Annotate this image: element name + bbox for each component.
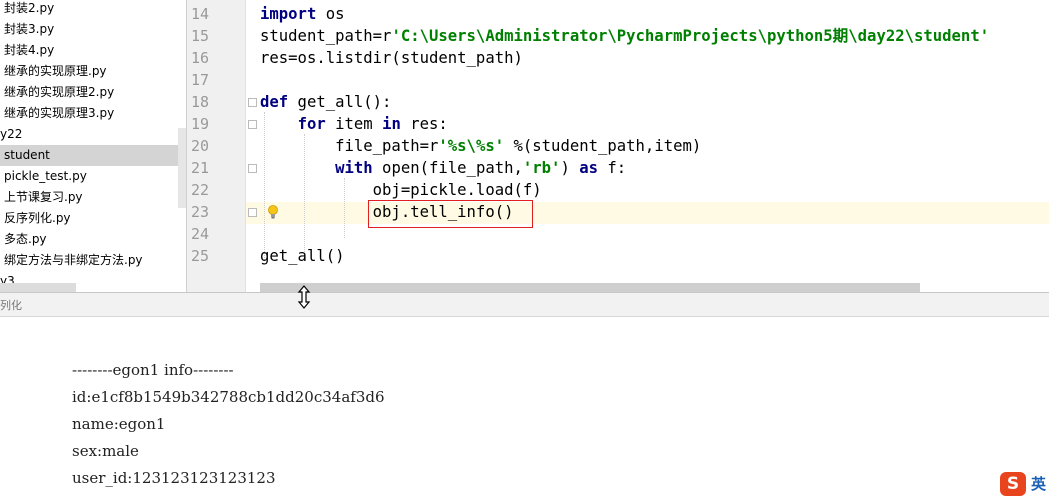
output-line: id:e1cf8b1549b342788cb1dd20c34af3d6 <box>72 388 385 406</box>
code-text: os <box>316 5 345 23</box>
code-line[interactable]: def get_all(): <box>260 91 391 113</box>
tree-item-label: student <box>4 148 50 162</box>
code-keyword: def <box>260 93 289 111</box>
line-number[interactable]: 16 <box>187 47 209 69</box>
line-number[interactable]: 19 <box>187 113 209 135</box>
code-text: ) <box>560 159 580 177</box>
line-number[interactable]: 20 <box>187 135 209 157</box>
code-text: open(file_path, <box>372 159 523 177</box>
tree-vertical-scrollbar[interactable] <box>178 128 186 208</box>
tree-item[interactable]: 封装3.py <box>0 19 186 40</box>
tree-item-label: 多态.py <box>4 232 47 246</box>
tree-item-label: 反序列化.py <box>4 211 71 225</box>
output-line: user_id:123123123123123 <box>72 469 276 487</box>
code-keyword: with <box>335 159 373 177</box>
tree-item-label: 封装3.py <box>4 22 55 36</box>
tree-item[interactable]: y22 <box>0 124 186 145</box>
code-text: %(student_path,item) <box>504 137 702 155</box>
tree-item[interactable]: 封装2.py <box>0 0 186 19</box>
tree-item[interactable]: 多态.py <box>0 229 186 250</box>
code-keyword: for <box>297 115 326 133</box>
line-number[interactable]: 18 <box>187 91 209 113</box>
panel-splitter[interactable]: 列化 <box>0 285 1049 317</box>
tree-item-label: 封装2.py <box>4 1 55 15</box>
tree-item[interactable]: 反序列化.py <box>0 208 186 229</box>
code-line[interactable]: import os <box>260 3 345 25</box>
fold-marker-icon[interactable] <box>248 164 257 173</box>
tree-item-label: 封装4.py <box>4 43 55 57</box>
tree-item-label: 上节课复习.py <box>4 190 83 204</box>
tree-item[interactable]: pickle_test.py <box>0 166 186 187</box>
code-editor[interactable]: 14 15 16 17 18 19 20 21 22 23 24 25 import os studen… <box>187 0 1049 292</box>
line-number[interactable]: 14 <box>187 3 209 25</box>
ime-language[interactable]: 英 <box>1031 473 1046 494</box>
resize-vertical-icon[interactable] <box>297 285 311 309</box>
code-text: student_path=r <box>260 27 392 45</box>
tree-item[interactable]: 继承的实现原理.py <box>0 61 186 82</box>
code-text: item <box>325 115 383 133</box>
code-line[interactable]: res=os.listdir(student_path) <box>260 47 523 69</box>
tree-item[interactable]: 继承的实现原理2.py <box>0 82 186 103</box>
project-tree[interactable]: 封装2.py 封装3.py 封装4.py 继承的实现原理.py 继承的实现原理2.py 继… <box>0 0 187 292</box>
tree-horizontal-scrollbar[interactable] <box>0 283 76 292</box>
tree-item-label: y22 <box>0 127 23 141</box>
code-text: get_all() <box>260 247 345 265</box>
code-text: res=os.listdir(student_path) <box>260 49 523 67</box>
tree-item-label: 继承的实现原理3.py <box>4 106 115 120</box>
ime-logo: S <box>1000 472 1026 496</box>
line-number[interactable]: 22 <box>187 179 209 201</box>
fold-marker-icon[interactable] <box>248 208 257 217</box>
tree-item[interactable]: 绑定方法与非绑定方法.py <box>0 250 186 271</box>
line-number[interactable]: 25 <box>187 245 209 267</box>
tree-item-label: pickle_test.py <box>4 169 87 183</box>
line-number[interactable]: 17 <box>187 69 209 91</box>
code-line[interactable]: with open(file_path,'rb') as f: <box>260 157 626 179</box>
code-text: obj=pickle.load(f) <box>260 181 542 199</box>
code-line[interactable]: get_all() <box>260 245 345 267</box>
tree-item-label: 继承的实现原理2.py <box>4 85 115 99</box>
code-string: 'rb' <box>522 159 561 177</box>
output-line: name:egon1 <box>72 415 166 433</box>
horizontal-scrollbar[interactable] <box>260 283 920 292</box>
tree-item[interactable]: 继承的实现原理3.py <box>0 103 186 124</box>
code-line[interactable]: student_path=r'C:\Users\Administrator\Py… <box>260 25 989 47</box>
code-keyword: import <box>260 5 317 23</box>
code-line[interactable]: obj=pickle.load(f) <box>260 179 542 201</box>
output-line: --------egon1 info-------- <box>72 361 234 379</box>
tree-item-label: 继承的实现原理.py <box>4 64 107 78</box>
code-string: '%s\%s' <box>438 137 505 155</box>
code-keyword: in <box>382 115 401 133</box>
code-text: res: <box>400 115 448 133</box>
tree-item-label: 绑定方法与非绑定方法.py <box>4 253 143 267</box>
code-text: file_path=r <box>260 137 439 155</box>
output-line: sex:male <box>72 442 139 460</box>
run-tab-label[interactable]: 列化 <box>0 297 22 313</box>
line-number[interactable]: 23 <box>187 201 209 223</box>
code-text: f: <box>598 159 627 177</box>
lightbulb-icon[interactable] <box>267 205 279 219</box>
line-number[interactable]: 15 <box>187 25 209 47</box>
code-string: 'C:\Users\Administrator\PycharmProjects\… <box>391 27 990 45</box>
highlight-annotation-box <box>368 200 533 228</box>
sogou-ime-icon[interactable]: S 英 <box>1000 470 1049 498</box>
run-output-console[interactable]: --------egon1 info-------- id:e1cf8b1549b… <box>0 317 1049 503</box>
code-line[interactable]: file_path=r'%s\%s' %(student_path,item) <box>260 135 701 157</box>
tree-item[interactable]: student <box>0 145 186 166</box>
code-text: get_all(): <box>288 93 392 111</box>
code-line[interactable]: for item in res: <box>260 113 448 135</box>
fold-marker-icon[interactable] <box>248 120 257 129</box>
tree-item[interactable]: 封装4.py <box>0 40 186 61</box>
fold-marker-icon[interactable] <box>248 98 257 107</box>
line-number[interactable]: 21 <box>187 157 209 179</box>
line-gutter: 14 15 16 17 18 19 20 21 22 23 24 25 <box>187 0 246 292</box>
code-keyword: as <box>579 159 599 177</box>
tree-item[interactable]: 上节课复习.py <box>0 187 186 208</box>
line-number[interactable]: 24 <box>187 223 209 245</box>
